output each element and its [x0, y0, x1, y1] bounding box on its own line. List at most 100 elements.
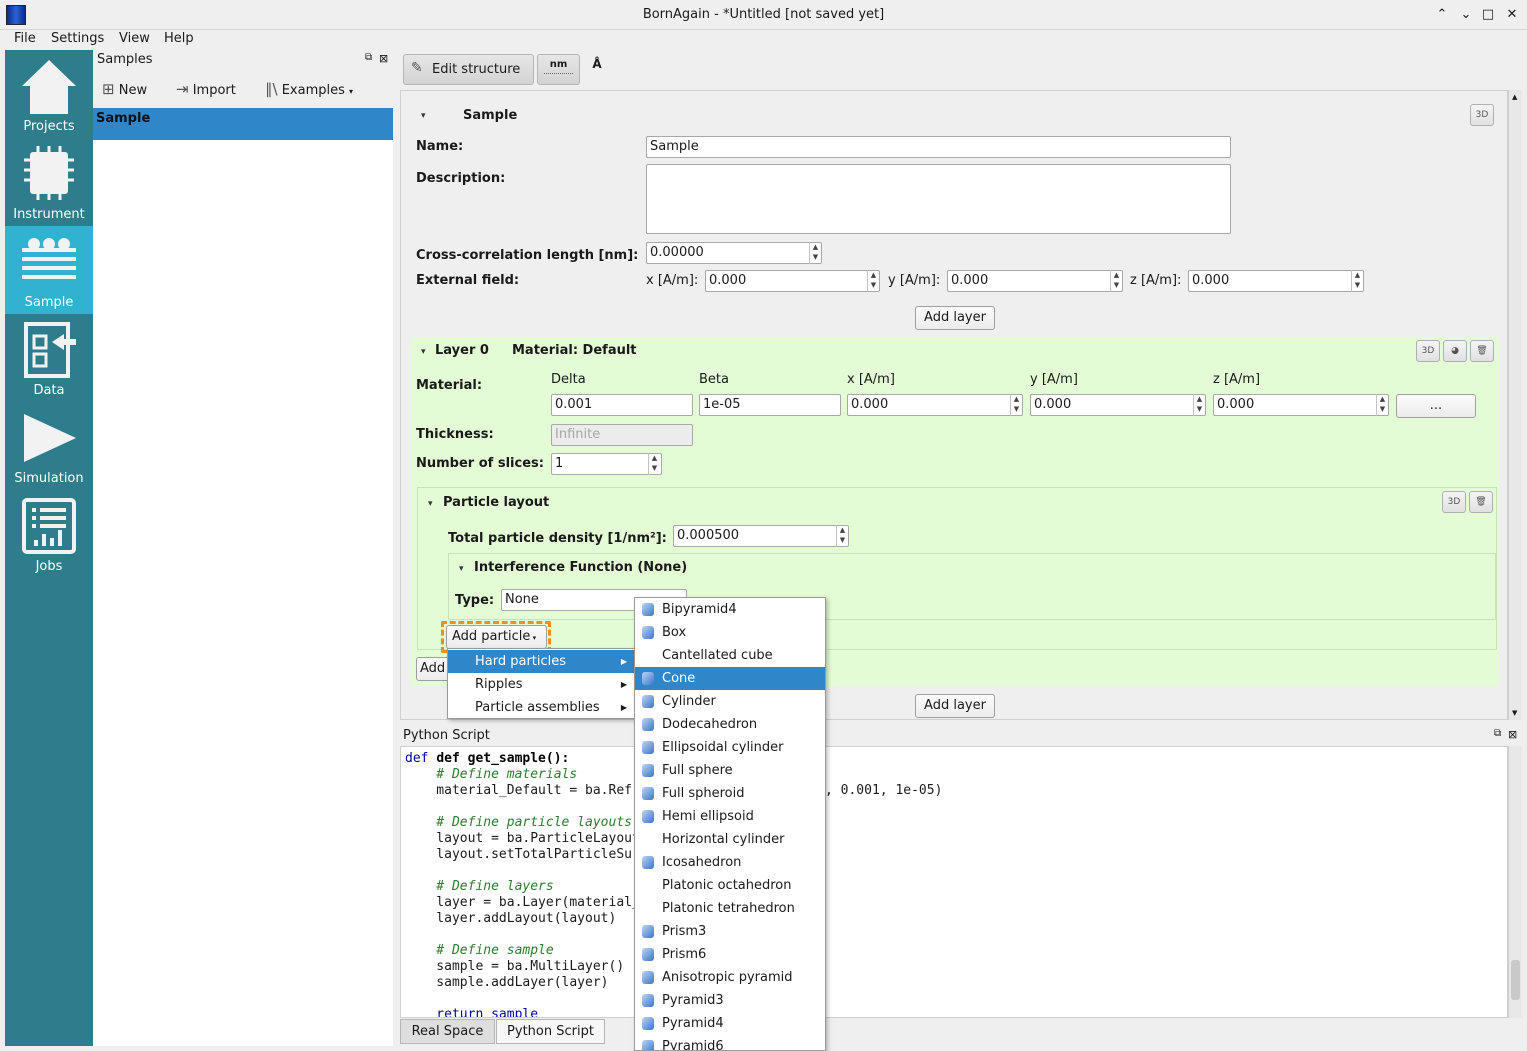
- field-y-input[interactable]: 0.000: [947, 270, 1123, 292]
- spin-arrows-icon[interactable]: ▲ ▼: [1010, 394, 1022, 416]
- menu-item-particle[interactable]: Full spheroid: [635, 782, 825, 805]
- close-icon[interactable]: ✕: [1503, 6, 1521, 24]
- edit-structure-button[interactable]: ✎ Edit structure: [403, 54, 534, 85]
- interference-title: Interference Function (None): [474, 560, 688, 575]
- scroll-thumb[interactable]: [1511, 960, 1520, 1000]
- sidebar-item-instrument[interactable]: Instrument: [5, 138, 93, 226]
- mag-z-field[interactable]: 0.000: [1213, 394, 1389, 416]
- menu-help[interactable]: Help: [164, 31, 194, 46]
- sidebar-item-simulation[interactable]: Simulation: [5, 402, 93, 490]
- palette-icon[interactable]: ◕: [1443, 340, 1467, 362]
- python-script-editor[interactable]: def def get_sample(): # Define materials…: [400, 746, 1508, 1018]
- tab-python-script[interactable]: Python Script: [496, 1019, 605, 1044]
- sidebar-item-jobs[interactable]: Jobs: [5, 490, 93, 578]
- material-more-button[interactable]: ...: [1396, 394, 1476, 418]
- density-field[interactable]: 0.000500: [673, 525, 849, 547]
- examples-button[interactable]: ∥\ Examples ▾: [265, 80, 353, 98]
- menu-item-particle[interactable]: Full sphere: [635, 759, 825, 782]
- menu-item-particle[interactable]: Cone: [635, 667, 825, 690]
- spin-arrows-icon[interactable]: ▲ ▼: [809, 242, 821, 264]
- sidebar-item-label: Sample: [24, 295, 74, 310]
- menu-item-particle[interactable]: Dodecahedron: [635, 713, 825, 736]
- close-panel-icon[interactable]: ⊠: [379, 52, 388, 65]
- menu-item-particle[interactable]: Bipyramid4: [635, 598, 825, 621]
- float-panel-icon[interactable]: ⧉: [1494, 728, 1501, 739]
- mag-y-field[interactable]: 0.000: [1030, 394, 1206, 416]
- scroll-down-icon[interactable]: ▼: [1512, 709, 1517, 717]
- close-panel-icon[interactable]: ⊠: [1508, 728, 1517, 741]
- import-label: Import: [192, 83, 236, 98]
- name-field[interactable]: Sample: [646, 136, 1231, 158]
- trash-icon[interactable]: 🗑: [1470, 340, 1494, 362]
- add-layer-button[interactable]: Add layer: [915, 694, 995, 718]
- sidebar-item-data[interactable]: Data: [5, 314, 93, 402]
- beta-field[interactable]: 1e-05: [699, 394, 841, 416]
- 3d-view-icon[interactable]: 3D: [1416, 340, 1440, 362]
- cross-correlation-field[interactable]: 0.00000: [646, 242, 822, 264]
- menu-item-particle[interactable]: Hemi ellipsoid: [635, 805, 825, 828]
- 3d-view-icon[interactable]: 3D: [1470, 104, 1494, 126]
- menu-item-label: Box: [662, 625, 687, 640]
- particle-shape-icon: [642, 948, 654, 961]
- nm-unit-button[interactable]: nm: [537, 54, 580, 85]
- editor-scrollbar[interactable]: ▲ ▼: [1508, 90, 1522, 720]
- float-panel-icon[interactable]: ⧉: [365, 52, 372, 63]
- spin-arrows-icon[interactable]: ▲ ▼: [867, 270, 879, 292]
- menu-item-ripples[interactable]: Ripples ▶: [448, 673, 634, 696]
- field-z-input[interactable]: 0.000: [1188, 270, 1364, 292]
- menu-item-particle[interactable]: Pyramid3: [635, 989, 825, 1012]
- slices-field[interactable]: 1: [551, 453, 662, 475]
- maximize-icon[interactable]: □: [1479, 6, 1497, 24]
- 3d-view-icon[interactable]: 3D: [1442, 491, 1466, 513]
- thickness-field: Infinite: [551, 424, 693, 446]
- import-button[interactable]: ⇥ Import: [176, 80, 236, 98]
- delta-field[interactable]: 0.001: [551, 394, 693, 416]
- menu-view[interactable]: View: [119, 31, 150, 46]
- menu-item-particle[interactable]: Horizontal cylinder: [635, 828, 825, 851]
- menu-item-particle[interactable]: Anisotropic pyramid: [635, 966, 825, 989]
- list-item[interactable]: Sample: [93, 108, 393, 140]
- menu-item-particle[interactable]: Ellipsoidal cylinder: [635, 736, 825, 759]
- add-layer-button[interactable]: Add layer: [915, 306, 995, 330]
- menu-item-particle[interactable]: Icosahedron: [635, 851, 825, 874]
- shade-up-icon[interactable]: ⌃: [1433, 6, 1451, 24]
- menu-item-particle[interactable]: Cantellated cube: [635, 644, 825, 667]
- spin-arrows-icon[interactable]: ▲ ▼: [836, 525, 848, 547]
- menu-item-hard-particles[interactable]: Hard particles ▶: [448, 650, 634, 673]
- collapse-icon[interactable]: ▾: [421, 111, 426, 121]
- menu-item-particle[interactable]: Prism3: [635, 920, 825, 943]
- minimize-icon[interactable]: ⌄: [1457, 6, 1475, 24]
- sidebar-item-projects[interactable]: Projects: [5, 50, 93, 138]
- menu-item-particle[interactable]: Cylinder: [635, 690, 825, 713]
- collapse-icon[interactable]: ▾: [459, 564, 464, 574]
- menu-item-particle[interactable]: Pyramid6: [635, 1035, 825, 1050]
- field-x-input[interactable]: 0.000: [705, 270, 880, 292]
- new-sample-icon: ⊞: [102, 80, 115, 98]
- menu-item-particle-assemblies[interactable]: Particle assemblies ▶: [448, 696, 634, 719]
- tab-real-space[interactable]: Real Space: [400, 1019, 495, 1044]
- sidebar-item-sample[interactable]: Sample: [5, 226, 93, 314]
- collapse-icon[interactable]: ▾: [421, 347, 426, 357]
- window-title: BornAgain - *Untitled [not saved yet]: [642, 7, 885, 22]
- menu-file[interactable]: File: [14, 31, 36, 46]
- layers-icon: [22, 238, 76, 279]
- trash-icon[interactable]: 🗑: [1469, 491, 1493, 513]
- spin-arrows-icon[interactable]: ▲ ▼: [1351, 270, 1363, 292]
- new-sample-button[interactable]: ⊞ New: [102, 80, 147, 98]
- spin-arrows-icon[interactable]: ▲ ▼: [648, 453, 660, 475]
- spin-arrows-icon[interactable]: ▲ ▼: [1110, 270, 1122, 292]
- menu-item-particle[interactable]: Platonic tetrahedron: [635, 897, 825, 920]
- menu-settings[interactable]: Settings: [51, 31, 104, 46]
- scroll-up-icon[interactable]: ▲: [1512, 93, 1517, 101]
- python-scrollbar[interactable]: [1508, 746, 1522, 1018]
- description-field[interactable]: [646, 164, 1231, 234]
- mag-x-field[interactable]: 0.000: [847, 394, 1023, 416]
- spin-arrows-icon[interactable]: ▲ ▼: [1193, 394, 1205, 416]
- menu-item-particle[interactable]: Prism6: [635, 943, 825, 966]
- menu-item-particle[interactable]: Pyramid4: [635, 1012, 825, 1035]
- collapse-icon[interactable]: ▾: [428, 499, 433, 509]
- spin-arrows-icon[interactable]: ▲ ▼: [1376, 394, 1388, 416]
- menu-item-particle[interactable]: Box: [635, 621, 825, 644]
- angstrom-unit-button[interactable]: Å: [588, 57, 606, 79]
- menu-item-particle[interactable]: Platonic octahedron: [635, 874, 825, 897]
